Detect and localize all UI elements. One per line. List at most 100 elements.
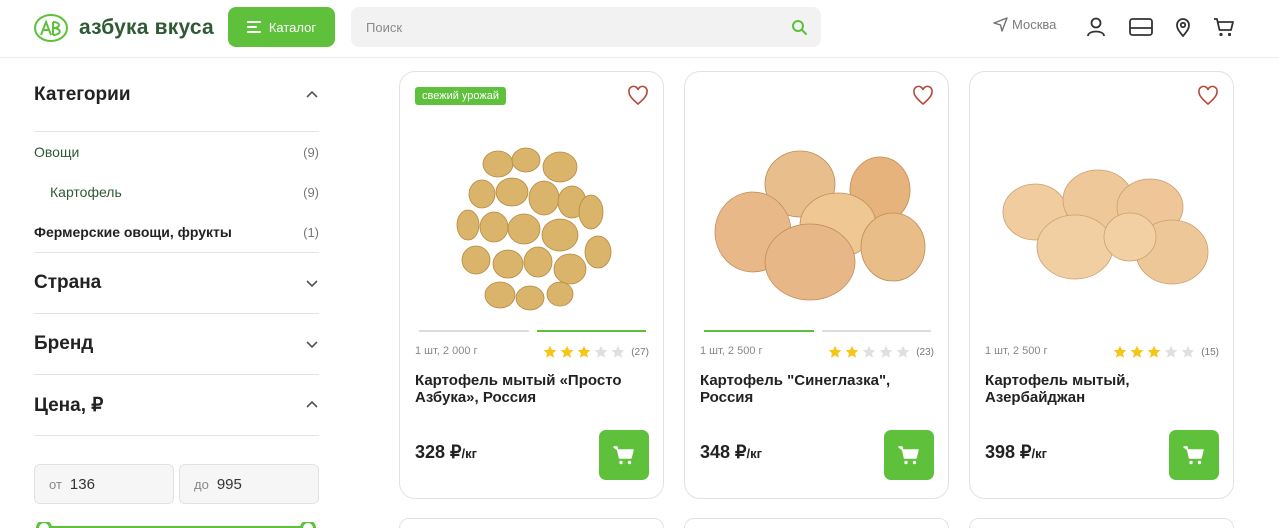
star-icon (1113, 345, 1127, 358)
product-price: 328 ₽/кг (415, 442, 477, 463)
product-card[interactable]: 1 шт, 2 500 г (23) Картофель "Синеглазка… (684, 71, 949, 499)
category-vegetables[interactable]: Овощи (9) (34, 132, 319, 172)
fresh-harvest-badge: свежий урожай (415, 87, 507, 105)
price-toggle[interactable]: Цена, ₽ (34, 375, 319, 435)
search-input[interactable] (351, 7, 771, 47)
cart-icon[interactable] (1213, 16, 1235, 38)
product-card[interactable]: свежий урожай 1 шт, 2 000 г (27) Картофе… (399, 71, 664, 499)
star-icon (594, 345, 608, 358)
star-icon (828, 345, 842, 358)
image-gallery-indicator (989, 330, 1216, 333)
price-slider[interactable] (34, 522, 319, 528)
add-to-cart-icon (613, 446, 634, 465)
price-unit: /кг (461, 446, 478, 461)
price-title: Цена, ₽ (34, 394, 104, 416)
add-to-cart-button[interactable] (599, 430, 649, 480)
product-price: 348 ₽/кг (700, 442, 762, 463)
gallery-dot[interactable] (821, 330, 931, 332)
filters-sidebar: Категории Овощи (9) Картофель (9) Фермер… (34, 58, 319, 528)
review-count: (23) (916, 346, 934, 358)
price-from-label: от (49, 476, 62, 492)
star-icon (862, 345, 876, 358)
city-selector[interactable]: Москва (993, 17, 1056, 32)
heart-icon[interactable] (1197, 85, 1219, 107)
product-unit: 1 шт, 2 500 г (700, 345, 763, 357)
category-count: (9) (303, 144, 319, 160)
categories-toggle[interactable]: Категории (34, 58, 319, 131)
add-to-cart-button[interactable] (1169, 430, 1219, 480)
rating: (23) (828, 345, 934, 359)
add-to-cart-button[interactable] (884, 430, 934, 480)
gallery-dot[interactable] (704, 330, 814, 332)
catalog-label: Каталог (268, 19, 317, 35)
image-gallery-indicator (704, 330, 931, 333)
search-bar (351, 7, 821, 47)
review-count: (27) (631, 346, 649, 358)
price-to-label: до (194, 476, 209, 492)
rating: (27) (543, 345, 649, 359)
add-to-cart-icon (898, 446, 919, 465)
price-to-field[interactable]: до 995 (179, 464, 319, 504)
price-value: 398 ₽ (985, 442, 1032, 462)
logo-mark-icon (34, 14, 68, 42)
card-icon[interactable] (1129, 16, 1153, 38)
map-pin-icon[interactable] (1172, 16, 1194, 38)
product-price: 398 ₽/кг (985, 442, 1047, 463)
search-icon[interactable] (791, 19, 807, 35)
star-icon (845, 345, 859, 358)
location-arrow-icon (993, 17, 1008, 32)
logo-text: азбука вкуса (79, 16, 214, 39)
image-gallery-indicator (419, 330, 646, 333)
category-label: Картофель (50, 184, 122, 200)
chevron-down-icon (306, 341, 318, 349)
product-name[interactable]: Картофель мытый «Просто Азбука», Россия (415, 372, 650, 406)
add-to-cart-icon (1183, 446, 1204, 465)
gallery-dot[interactable] (536, 330, 646, 332)
star-icon (1181, 345, 1195, 358)
product-image[interactable] (990, 112, 1215, 322)
product-image[interactable] (705, 112, 930, 322)
chevron-down-icon (306, 280, 318, 288)
category-count: (1) (303, 224, 319, 240)
star-icon (1130, 345, 1144, 358)
heart-icon[interactable] (627, 85, 649, 107)
chevron-up-icon (306, 400, 318, 408)
city-name: Москва (1012, 17, 1057, 32)
catalog-menu-icon (246, 21, 261, 33)
price-value: 348 ₽ (700, 442, 747, 462)
star-icon (1164, 345, 1178, 358)
brand-toggle[interactable]: Бренд (34, 314, 319, 374)
star-icon (577, 345, 591, 358)
product-card-next-row (684, 518, 949, 528)
star-icon (896, 345, 910, 358)
country-title: Страна (34, 272, 102, 293)
price-unit: /кг (1031, 446, 1048, 461)
product-name[interactable]: Картофель мытый, Азербайджан (985, 372, 1220, 406)
category-count: (9) (303, 184, 319, 200)
user-icon[interactable] (1085, 16, 1107, 38)
logo[interactable]: азбука вкуса (33, 12, 214, 44)
slider-handle-max (300, 522, 316, 528)
rating: (15) (1113, 345, 1219, 359)
categories-title: Категории (34, 83, 131, 105)
category-farm-produce[interactable]: Фермерские овощи, фрукты (1) (34, 212, 319, 252)
price-from-field[interactable]: от 136 (34, 464, 174, 504)
category-potatoes[interactable]: Картофель (9) (34, 172, 319, 212)
price-from-value: 136 (69, 475, 95, 493)
chevron-up-icon (306, 90, 318, 98)
product-unit: 1 шт, 2 000 г (415, 345, 478, 357)
product-card[interactable]: 1 шт, 2 500 г (15) Картофель мытый, Азер… (969, 71, 1234, 499)
country-toggle[interactable]: Страна (34, 253, 319, 313)
star-icon (1147, 345, 1161, 358)
product-name[interactable]: Картофель "Синеглазка", Россия (700, 372, 935, 406)
gallery-dot[interactable] (419, 330, 529, 332)
product-image[interactable] (420, 112, 645, 322)
star-icon (879, 345, 893, 358)
catalog-button[interactable]: Каталог (228, 7, 335, 47)
header: азбука вкуса Каталог Москва (0, 0, 1279, 58)
product-unit: 1 шт, 2 500 г (985, 345, 1048, 357)
product-card-next-row (399, 518, 664, 528)
star-icon (543, 345, 557, 358)
product-card-next-row (969, 518, 1234, 528)
heart-icon[interactable] (912, 85, 934, 107)
